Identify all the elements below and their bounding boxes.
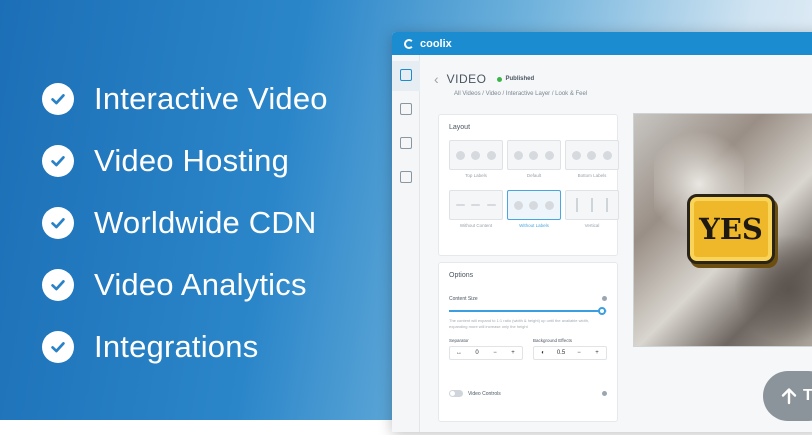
- slider-fill: [449, 310, 603, 312]
- scroll-to-top-label: T: [803, 387, 812, 404]
- page-header: ‹ VIDEO Published All Videos / Video / I…: [434, 71, 587, 97]
- content-size-row: Content Size: [439, 296, 617, 302]
- feature-label: Video Hosting: [94, 143, 290, 178]
- side-rail: [392, 55, 420, 432]
- breadcrumb: All Videos / Video / Interactive Layer /…: [454, 91, 588, 97]
- check-icon: [42, 145, 74, 177]
- status-badge: Published: [505, 76, 535, 82]
- increment-icon[interactable]: +: [504, 350, 522, 356]
- content-size-hint: The content will expand to 1:1 ratio (wi…: [449, 318, 590, 329]
- feature-label: Worldwide CDN: [94, 205, 317, 240]
- status-dot-icon: [496, 76, 502, 82]
- stepper-row: Separator ↔ 0 − + Background Effects ◐ 0…: [439, 330, 617, 360]
- feature-list: Interactive Video Video Hosting Worldwid…: [42, 68, 328, 378]
- feature-item: Integrations: [42, 316, 328, 378]
- layout-option-top-labels[interactable]: Top Labels: [449, 140, 503, 182]
- info-icon[interactable]: [602, 391, 607, 396]
- feature-item: Interactive Video: [42, 68, 328, 130]
- feature-item: Video Hosting: [42, 130, 328, 192]
- brand-name: coolix: [420, 37, 452, 50]
- arrow-up-icon: [781, 388, 797, 405]
- feature-item: Video Analytics: [42, 254, 328, 316]
- title-row: ‹ VIDEO Published: [434, 71, 587, 87]
- video-icon[interactable]: [399, 69, 412, 81]
- layout-option-without-labels[interactable]: Without Labels: [507, 190, 561, 232]
- feature-label: Integrations: [94, 329, 259, 364]
- layout-option-bottom-labels[interactable]: Bottom Labels: [565, 140, 619, 182]
- layout-option-label: Without Content: [459, 223, 493, 228]
- panel-title: Layout: [449, 124, 471, 131]
- layout-option-label: Bottom Labels: [577, 173, 607, 178]
- layout-option-label: Default: [526, 173, 542, 178]
- check-icon: [42, 207, 74, 239]
- options-panel: Options Content Size The content will ex…: [438, 262, 618, 422]
- separator-icon: ↔: [456, 350, 462, 356]
- separator-value[interactable]: 0: [468, 350, 486, 356]
- contrast-icon: ◐: [541, 350, 545, 356]
- video-controls-label: Video Controls: [468, 390, 501, 397]
- decrement-icon[interactable]: −: [570, 350, 588, 356]
- check-icon: [42, 331, 74, 363]
- background-effects-label: Background Effects: [533, 338, 572, 343]
- yes-button[interactable]: YES: [687, 194, 775, 264]
- separator-label: Separator: [449, 338, 469, 343]
- background-effects-control: Background Effects ◐ 0.5 − +: [533, 338, 607, 360]
- content-size-label: Content Size: [449, 296, 478, 302]
- layout-option-default[interactable]: Default: [507, 140, 561, 182]
- analytics-icon[interactable]: [399, 137, 412, 149]
- integrations-icon[interactable]: [399, 171, 412, 183]
- layout-option-label: Without Labels: [519, 223, 549, 228]
- panel-title: Options: [449, 272, 474, 279]
- info-icon[interactable]: [602, 296, 607, 301]
- layout-option-without-content[interactable]: Without Content: [449, 190, 503, 232]
- background-effects-stepper[interactable]: ◐ 0.5 − +: [533, 346, 607, 360]
- check-icon: [42, 269, 74, 301]
- increment-icon[interactable]: +: [588, 350, 606, 356]
- decrement-icon[interactable]: −: [486, 350, 504, 356]
- layout-panel: Layout Top Labels Default Bottom Labels …: [438, 114, 619, 256]
- separator-stepper[interactable]: ↔ 0 − +: [449, 346, 523, 360]
- content-size-slider[interactable]: [449, 307, 607, 315]
- app-topbar: coolix: [392, 32, 812, 55]
- back-arrow-icon[interactable]: ‹: [434, 71, 439, 87]
- feature-item: Worldwide CDN: [42, 192, 328, 254]
- app-window: coolix ‹ VIDEO Published All Videos / Vi…: [392, 32, 812, 432]
- check-icon: [42, 83, 74, 115]
- video-controls-toggle[interactable]: [449, 390, 463, 397]
- background-effects-value[interactable]: 0.5: [552, 350, 570, 356]
- page-title: VIDEO: [446, 72, 487, 86]
- scroll-to-top-button[interactable]: T: [763, 371, 812, 421]
- layout-option-label: Vertical: [584, 223, 600, 228]
- layout-options: Top Labels Default Bottom Labels Without…: [439, 140, 619, 232]
- coolix-logo-icon: [404, 38, 414, 49]
- video-controls-row: Video Controls: [439, 390, 617, 397]
- layout-option-vertical[interactable]: Vertical: [565, 190, 619, 232]
- separator-control: Separator ↔ 0 − +: [449, 338, 523, 360]
- video-preview[interactable]: YES: [633, 113, 812, 347]
- layout-option-label: Top Labels: [465, 173, 487, 178]
- feature-label: Interactive Video: [94, 81, 328, 116]
- media-library-icon[interactable]: [399, 103, 412, 115]
- feature-label: Video Analytics: [94, 267, 307, 302]
